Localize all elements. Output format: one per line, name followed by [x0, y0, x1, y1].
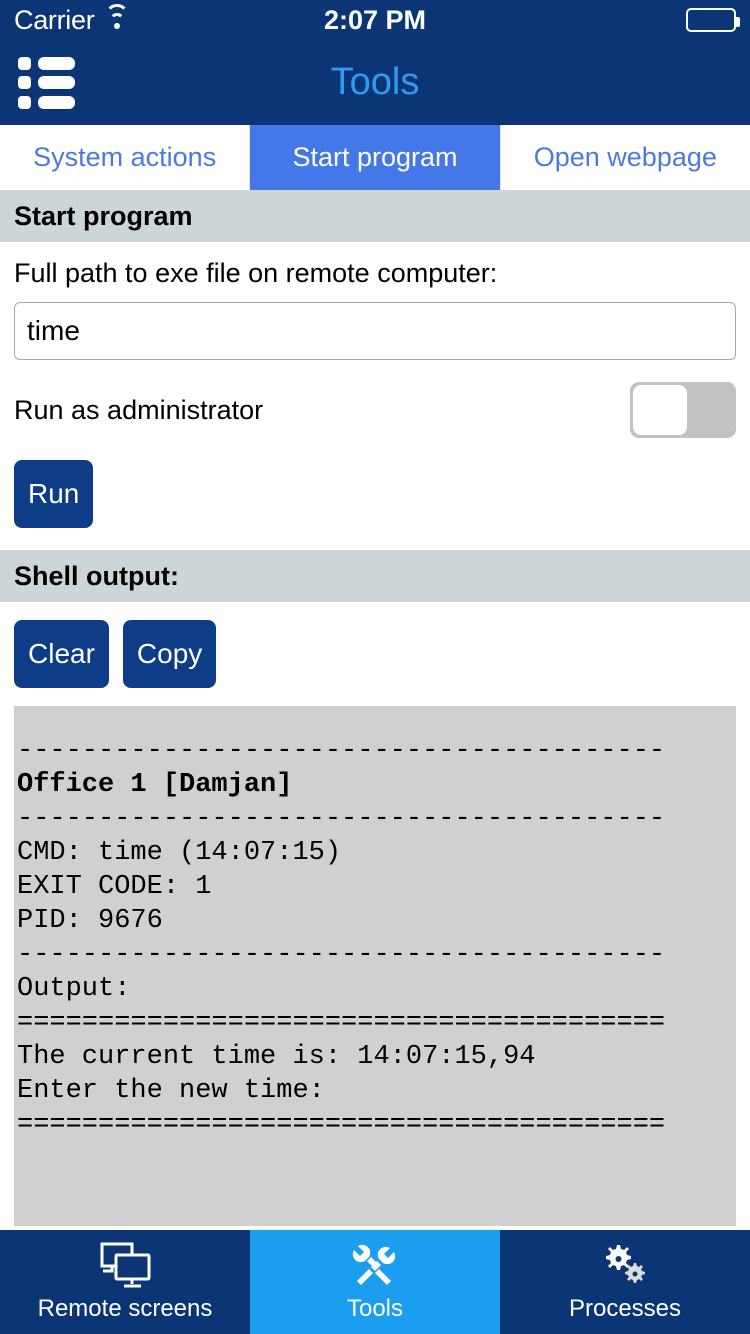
start-program-form: Full path to exe file on remote computer… [0, 242, 750, 550]
list-menu-icon[interactable] [18, 56, 76, 109]
console-line: ---------------------------------------- [17, 736, 666, 766]
console-line: ======================================== [17, 1008, 666, 1038]
tab-strip: System actions Start program Open webpag… [0, 125, 750, 190]
tab-start-program[interactable]: Start program [250, 125, 501, 190]
status-bar-right [686, 8, 740, 32]
gears-icon [597, 1241, 653, 1289]
console-line: PID: 9676 [17, 906, 163, 936]
menu-icon-row [18, 95, 76, 109]
run-button[interactable]: Run [14, 460, 94, 528]
exe-path-label: Full path to exe file on remote computer… [14, 258, 498, 288]
output-actions-row: Clear Copy [0, 602, 750, 706]
section-header-start-program: Start program [0, 190, 750, 242]
shell-output-console[interactable]: ----------------------------------------… [14, 706, 736, 1226]
hammer-wrench-icon [351, 1241, 399, 1289]
console-line: ---------------------------------------- [17, 804, 666, 834]
bottom-tab-bar: Remote screens Tools Processes [0, 1230, 750, 1334]
navigation-bar: Tools [0, 40, 750, 125]
run-as-administrator-toggle[interactable] [630, 382, 736, 438]
tab-system-actions[interactable]: System actions [0, 125, 251, 190]
run-as-administrator-row: Run as administrator [14, 382, 736, 438]
bottom-tab-tools[interactable]: Tools [250, 1230, 500, 1334]
exe-path-input[interactable] [14, 302, 736, 360]
section-header-shell-output: Shell output: [0, 550, 750, 602]
monitors-icon [96, 1241, 154, 1289]
console-line: Enter the new time: [17, 1076, 325, 1106]
bottom-tab-label: Processes [568, 1295, 682, 1322]
console-line: EXIT CODE: 1 [17, 872, 212, 902]
bottom-tab-label: Tools [346, 1295, 404, 1322]
bottom-tab-label: Remote screens [37, 1295, 213, 1322]
console-line: CMD: time (14:07:15) [17, 838, 342, 868]
console-line: Office 1 [Damjan] [17, 770, 293, 800]
status-bar: Carrier 2:07 PM [0, 0, 750, 40]
console-line: Output: [17, 974, 131, 1004]
run-as-administrator-label: Run as administrator [14, 394, 264, 425]
copy-button[interactable]: Copy [122, 620, 217, 688]
page-title: Tools [330, 61, 420, 103]
wifi-icon [104, 4, 130, 30]
clear-button[interactable]: Clear [14, 620, 109, 688]
console-wrapper: ----------------------------------------… [0, 706, 750, 1226]
console-line: The current time is: 14:07:15,94 [17, 1042, 536, 1072]
bottom-tab-remote-screens[interactable]: Remote screens [0, 1230, 250, 1334]
menu-icon-row [18, 76, 76, 89]
status-bar-left: Carrier [14, 4, 130, 36]
bottom-tab-processes[interactable]: Processes [500, 1230, 750, 1334]
tab-open-webpage[interactable]: Open webpage [500, 125, 750, 190]
console-line: ======================================== [17, 1110, 666, 1140]
battery-icon [686, 8, 740, 32]
carrier-label: Carrier [14, 4, 95, 35]
console-line: ---------------------------------------- [17, 940, 666, 970]
run-button-row: Run [14, 460, 736, 550]
menu-icon-row [18, 56, 76, 70]
